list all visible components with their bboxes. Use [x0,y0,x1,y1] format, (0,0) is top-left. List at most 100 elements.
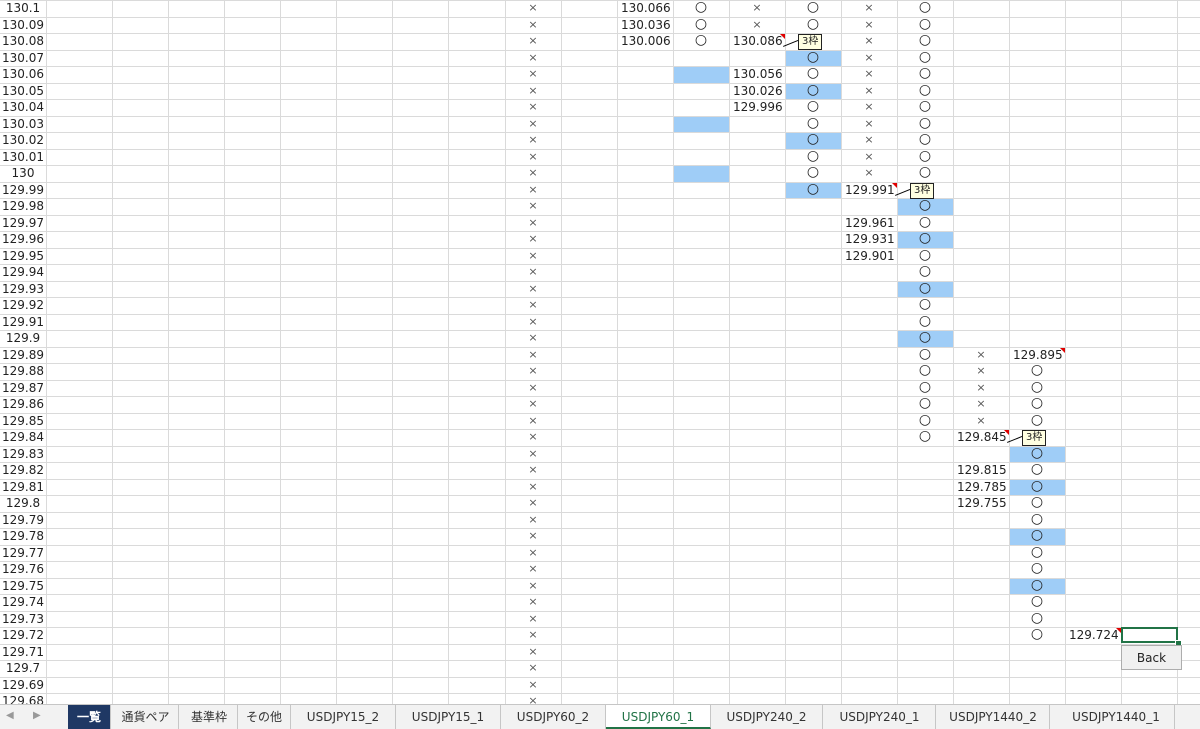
cross-mark: × [976,397,986,410]
tab-scroll-left-icon[interactable]: ◀ [6,710,14,721]
price-row-label: 129.81 [2,479,44,494]
circle-mark: ○ [918,345,932,362]
sheet-tab[interactable]: USDJPY1440_2 [937,705,1050,729]
cross-mark: × [528,182,538,196]
row-gridline [0,198,1200,199]
sheet-tab[interactable]: 一覧 [68,705,111,729]
price-value: 129.755 [957,496,1007,510]
price-row-label: 129.89 [2,347,44,362]
column-gridline [617,0,618,704]
cross-mark: × [528,67,538,80]
price-row-label: 130.02 [2,133,44,147]
cross-mark: × [528,331,538,344]
circle-mark: ○ [1030,494,1044,510]
comment-indicator [1060,347,1065,353]
row-gridline [0,0,1200,1]
cross-mark: × [528,199,538,212]
cross-mark: × [528,248,538,262]
row-gridline [0,132,1200,133]
circle-mark: ○ [918,362,932,378]
column-gridline [448,0,449,704]
cross-mark: × [976,364,986,377]
price-row-label: 129.79 [2,512,44,527]
price-value: 129.901 [845,248,895,263]
circle-mark: ○ [694,32,708,48]
price-row-label: 129.76 [2,562,44,576]
price-row-label: 129.72 [2,628,44,642]
cross-mark: × [528,1,538,14]
price-row-label: 129.85 [2,413,44,428]
sheet-tab[interactable]: USDJPY1440_1 [1058,705,1175,729]
price-row-label: 129.8 [5,496,41,510]
circle-mark: ○ [918,81,932,98]
cross-mark: × [976,413,986,427]
sheet-tab[interactable]: USDJPY15_1 [396,705,501,729]
comment-indicator [892,182,897,188]
circle-mark: ○ [1030,378,1044,395]
row-gridline [0,281,1200,282]
column-gridline [673,0,674,704]
price-row-label: 129.83 [2,446,44,461]
cross-mark: × [528,677,538,691]
price-row-label: 129.87 [2,380,44,395]
row-gridline [0,165,1200,166]
column-gridline [561,0,562,704]
sheet-tab[interactable]: USDJPY240_2 [711,705,823,729]
tab-scroll-right-icon[interactable]: ▶ [33,710,41,721]
sheet-tab[interactable]: USDJPY60_2 [501,705,606,729]
row-gridline [0,149,1200,150]
price-row-label: 130.04 [2,100,44,114]
price-value: 129.815 [957,463,1007,477]
column-gridline [168,0,169,704]
price-row-label: 130 [11,166,35,180]
cross-mark: × [528,100,538,113]
price-row-label: 130.1 [5,1,41,15]
column-gridline [280,0,281,704]
price-row-label: 129.73 [2,611,44,626]
circle-mark: ○ [806,81,820,98]
sheet-tab[interactable]: USDJPY240_1 [824,705,936,729]
sheet-tab[interactable]: USDJPY15_2 [291,705,396,729]
price-row-label: 129.82 [2,463,44,477]
cross-mark: × [528,364,538,377]
column-gridline [729,0,730,704]
row-gridline [0,660,1200,661]
row-gridline [0,264,1200,265]
circle-mark: ○ [918,411,932,428]
price-value: 130.026 [733,83,783,98]
price-row-label: 130.05 [2,83,44,98]
cross-mark: × [528,694,538,704]
circle-mark: ○ [918,428,932,444]
sheet-tab[interactable]: その他 [238,705,291,729]
price-row-label: 130.06 [2,67,44,81]
circle-mark: ○ [1030,560,1044,576]
row-gridline [0,644,1200,645]
circle-mark: ○ [806,98,820,114]
cross-mark: × [528,17,538,31]
comment-indicator [1004,430,1009,435]
selected-cell[interactable] [1121,627,1178,643]
price-row-label: 129.84 [2,430,44,444]
cross-mark: × [528,298,538,311]
circle-mark: ○ [806,147,820,164]
cross-mark: × [528,347,538,361]
circle-mark: ○ [806,48,820,65]
cross-mark: × [528,430,538,443]
price-row-label: 130.03 [2,116,44,131]
cross-mark: × [528,578,538,592]
back-button[interactable]: Back [1121,645,1182,670]
sheet-tab[interactable]: 通貨ペア [113,705,179,729]
circle-mark: ○ [918,197,932,213]
row-gridline [0,17,1200,18]
sheet-tab[interactable]: 基準枠 [181,705,238,729]
price-row-label: 129.98 [2,199,44,213]
sheet-tab[interactable]: USDJPY60_1 [606,705,711,729]
price-row-label: 129.75 [2,578,44,593]
cross-mark: × [864,116,874,130]
cross-mark: × [528,446,538,460]
price-row-label: 129.77 [2,545,44,560]
circle-mark: ○ [1030,576,1044,593]
cross-mark: × [528,512,538,526]
cross-mark: × [864,133,874,146]
circle-mark: ○ [806,114,820,131]
